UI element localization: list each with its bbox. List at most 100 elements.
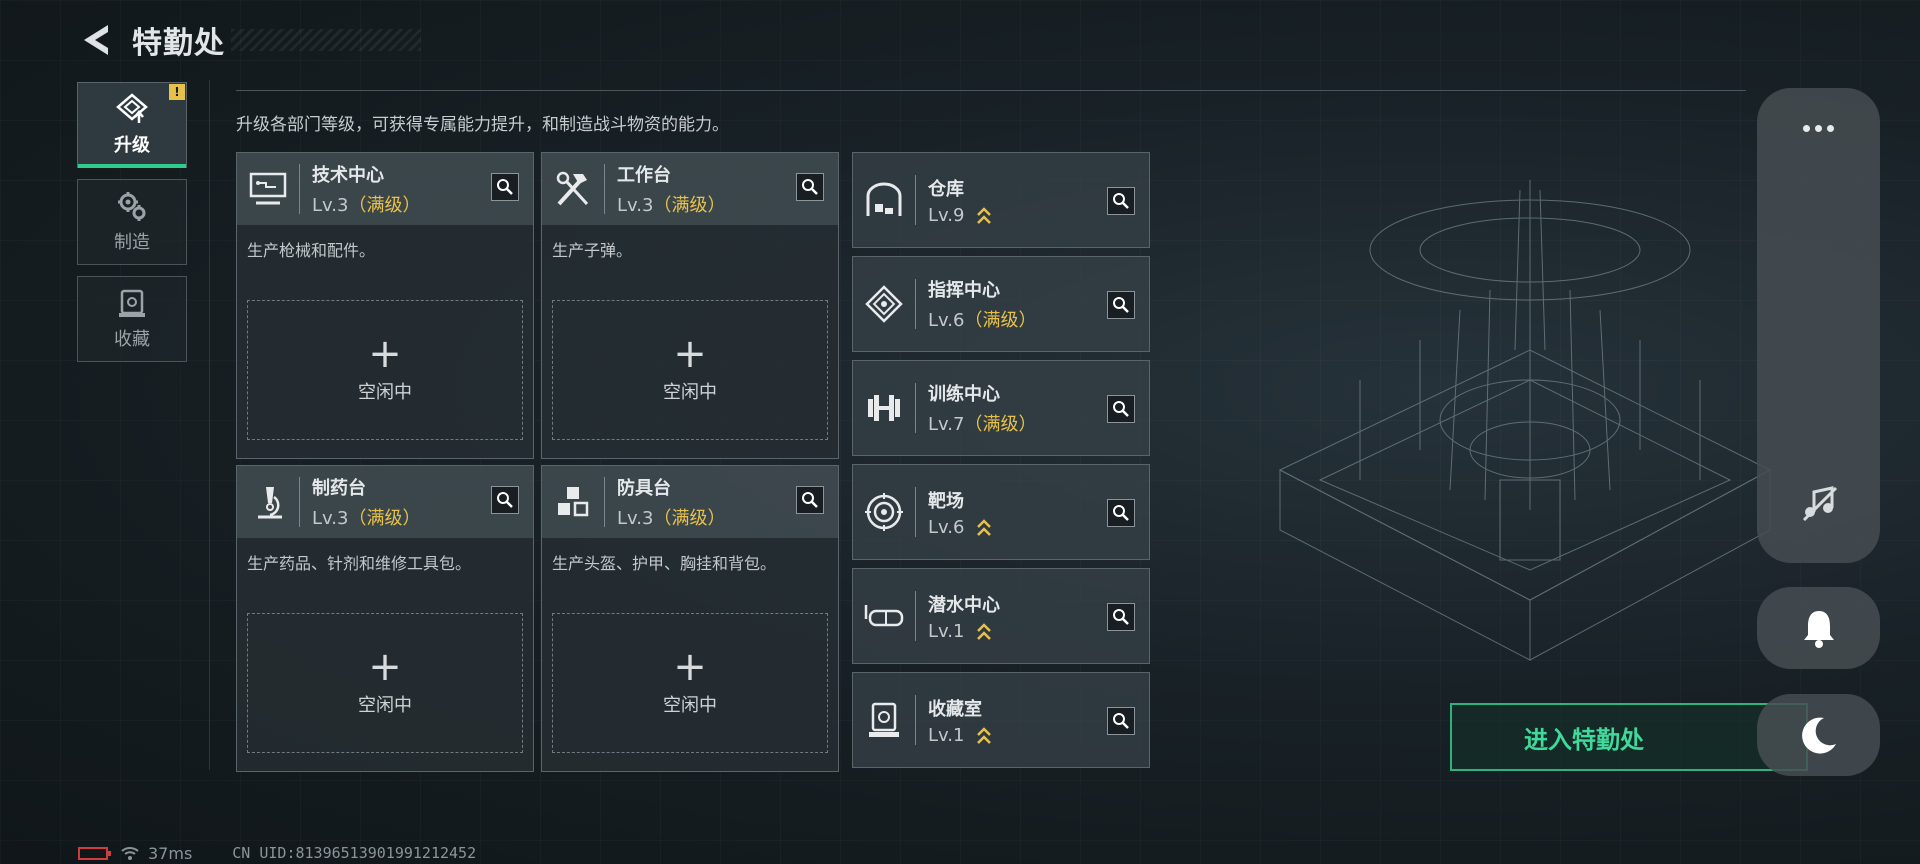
icon-separator (915, 591, 916, 641)
icon-separator (915, 175, 916, 225)
search-icon (1113, 713, 1129, 729)
card-description: 生产药品、针剂和维修工具包。 (247, 554, 472, 573)
card-header: 工作台 Lv.3（满级） (542, 153, 838, 225)
night-mode-button[interactable] (1757, 694, 1880, 776)
inspect-button[interactable] (491, 486, 519, 514)
top-divider (236, 90, 1746, 91)
building-card-shooting-range[interactable]: 靶场 Lv.6 (852, 464, 1150, 560)
music-mute-button[interactable] (1757, 473, 1880, 533)
card-name: 制药台 (312, 478, 366, 499)
ping-value: 37ms (148, 843, 193, 863)
building-card-diving-center[interactable]: 潜水中心 Lv.1 (852, 568, 1150, 664)
inspect-button[interactable] (796, 173, 824, 201)
back-button[interactable] (78, 20, 114, 60)
card-description: 生产子弹。 (552, 241, 633, 260)
header: 特勤处 (78, 18, 421, 62)
max-level-label: （满级） (964, 310, 1037, 331)
tab-upgrade[interactable]: ! 升级 (77, 82, 187, 168)
card-header: 技术中心 Lv.3（满级） (237, 153, 533, 225)
idle-label: 空闲中 (358, 382, 412, 403)
search-icon (802, 492, 818, 508)
idle-slot[interactable]: + 空闲中 (247, 613, 523, 753)
inspect-button[interactable] (1107, 499, 1135, 527)
building-card-collection-room[interactable]: 收藏室 Lv.1 (852, 672, 1150, 768)
card-text: 指挥中心 Lv.6（满级） (928, 276, 1036, 332)
inspect-button[interactable] (1107, 603, 1135, 631)
card-name: 训练中心 (928, 384, 1000, 405)
level-value: Lv.3 (617, 195, 654, 216)
search-icon (1113, 609, 1129, 625)
icon-separator (915, 487, 916, 537)
production-card-pharmacy: 制药台 Lv.3（满级） 生产药品、针剂和维修工具包。 + 空闲中 (236, 465, 534, 772)
notification-button[interactable] (1757, 587, 1880, 669)
level-value: Lv.9 (928, 204, 965, 226)
card-name: 技术中心 (312, 165, 384, 186)
collection-icon (119, 289, 145, 317)
idle-slot[interactable]: + 空闲中 (552, 613, 828, 753)
card-level: Lv.7（满级） (928, 410, 1036, 436)
building-card-training-center[interactable]: 训练中心 Lv.7（满级） (852, 360, 1150, 456)
search-icon (1113, 505, 1129, 521)
card-level: Lv.9 (928, 205, 992, 226)
card-name: 指挥中心 (928, 280, 1000, 301)
level-value: Lv.3 (312, 508, 349, 529)
production-card-tech-center: 技术中心 Lv.3（满级） 生产枪械和配件。 + 空闲中 (236, 152, 534, 459)
tab-collection[interactable]: 收藏 (77, 276, 187, 362)
warehouse-icon (853, 152, 915, 248)
inspect-button[interactable] (491, 173, 519, 201)
more-dots-icon (1827, 124, 1834, 132)
alert-badge: ! (169, 84, 185, 100)
wifi-icon (121, 847, 139, 860)
cubes-icon (542, 466, 604, 538)
level-value: Lv.3 (312, 195, 349, 216)
inspect-button[interactable] (796, 486, 824, 514)
idle-slot[interactable]: + 空闲中 (247, 300, 523, 440)
card-text: 制药台 Lv.3（满级） (312, 474, 420, 530)
more-dots-icon (1815, 124, 1822, 132)
icon-separator (604, 477, 605, 527)
building-card-warehouse[interactable]: 仓库 Lv.9 (852, 152, 1150, 248)
upgrade-available-icon (977, 726, 992, 744)
card-header: 防具台 Lv.3（满级） (542, 466, 838, 538)
plus-icon: + (673, 331, 707, 377)
level-value: Lv.6 (928, 310, 965, 331)
card-text: 防具台 Lv.3（满级） (617, 474, 725, 530)
icon-separator (299, 477, 300, 527)
inspect-button[interactable] (1107, 395, 1135, 423)
description: 升级各部门等级，可获得专属能力提升，和制造战斗物资的能力。 (236, 115, 729, 135)
icon-separator (299, 164, 300, 214)
card-level: Lv.6 (928, 517, 992, 538)
card-level: Lv.6（满级） (928, 306, 1036, 332)
idle-slot[interactable]: + 空闲中 (552, 300, 828, 440)
card-text: 工作台 Lv.3（满级） (617, 161, 725, 217)
enter-special-ops-button[interactable]: 进入特勤处 (1450, 703, 1808, 771)
plus-icon: + (673, 644, 707, 690)
tab-craft[interactable]: 制造 (77, 179, 187, 265)
plus-icon: + (368, 644, 402, 690)
back-arrow-icon (84, 25, 108, 55)
card-level: Lv.3（满级） (617, 504, 725, 530)
dumbbell-icon (853, 360, 915, 456)
card-level: Lv.1 (928, 725, 992, 746)
search-icon (1113, 193, 1129, 209)
idle-label: 空闲中 (663, 695, 717, 716)
monitor-icon (237, 153, 299, 225)
search-icon (802, 179, 818, 195)
level-value: Lv.3 (617, 508, 654, 529)
inspect-button[interactable] (1107, 707, 1135, 735)
side-nav: ! 升级 制造 收藏 (77, 82, 187, 373)
moon-icon (1801, 717, 1836, 754)
card-text: 仓库 Lv.9 (928, 175, 992, 226)
nav-divider (209, 80, 210, 770)
inspect-button[interactable] (1107, 291, 1135, 319)
more-button[interactable] (1757, 108, 1880, 148)
card-text: 潜水中心 Lv.1 (928, 591, 1000, 642)
card-text: 靶场 Lv.6 (928, 487, 992, 538)
search-icon (1113, 297, 1129, 313)
user-uid: CN UID:81396513901991212452 (232, 844, 477, 862)
card-text: 技术中心 Lv.3（满级） (312, 161, 420, 217)
icon-separator (915, 279, 916, 329)
building-card-command-center[interactable]: 指挥中心 Lv.6（满级） (852, 256, 1150, 352)
card-name: 仓库 (928, 178, 964, 200)
inspect-button[interactable] (1107, 187, 1135, 215)
